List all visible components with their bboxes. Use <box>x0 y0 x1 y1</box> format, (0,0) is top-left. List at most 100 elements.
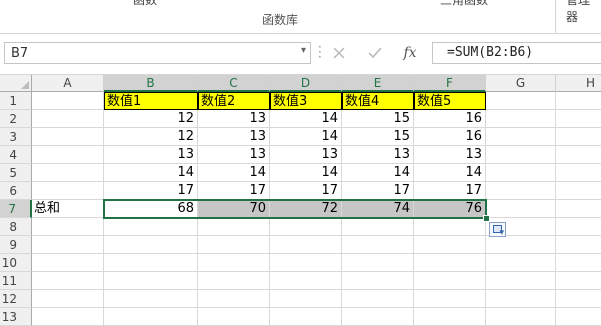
total-cell-f7[interactable]: 76 <box>414 200 486 218</box>
cell-e11[interactable] <box>342 272 414 290</box>
cell-g9[interactable] <box>486 236 556 254</box>
cell-b5[interactable]: 14 <box>104 164 198 182</box>
cell-a6[interactable] <box>32 182 104 200</box>
cell-c5[interactable]: 14 <box>198 164 270 182</box>
row-header-6[interactable]: 6 <box>0 182 32 200</box>
drag-handle-icon[interactable]: · · · <box>318 41 324 63</box>
cell-d12[interactable] <box>270 290 342 308</box>
total-cell-c7[interactable]: 70 <box>198 200 270 218</box>
cell-b6[interactable]: 17 <box>104 182 198 200</box>
cell-b2[interactable]: 12 <box>104 110 198 128</box>
fill-handle[interactable] <box>483 215 490 222</box>
cell-b12[interactable] <box>104 290 198 308</box>
column-header-f[interactable]: F <box>414 75 486 92</box>
cell-a2[interactable] <box>32 110 104 128</box>
cell-d9[interactable] <box>270 236 342 254</box>
cell-a9[interactable] <box>32 236 104 254</box>
cell-e6[interactable]: 17 <box>342 182 414 200</box>
cell-f11[interactable] <box>414 272 486 290</box>
column-header-c[interactable]: C <box>198 75 270 92</box>
cell-b8[interactable] <box>104 218 198 236</box>
column-header-d[interactable]: D <box>270 75 342 92</box>
cell-e13[interactable] <box>342 308 414 326</box>
row-header-4[interactable]: 4 <box>0 146 32 164</box>
cell-c9[interactable] <box>198 236 270 254</box>
cell-g11[interactable] <box>486 272 556 290</box>
cell-b13[interactable] <box>104 308 198 326</box>
worksheet-grid[interactable]: A B C D E F G H 1 数值1 数值2 数值3 数值4 数值5 2 12 13 14 15 16 3 12 13… <box>0 75 601 326</box>
cell-g13[interactable] <box>486 308 556 326</box>
chevron-down-icon[interactable]: ▾ <box>301 45 306 56</box>
cell-f12[interactable] <box>414 290 486 308</box>
cell-a11[interactable] <box>32 272 104 290</box>
cell-a13[interactable] <box>32 308 104 326</box>
cell-a5[interactable] <box>32 164 104 182</box>
row-header-3[interactable]: 3 <box>0 128 32 146</box>
column-header-h[interactable]: H <box>556 75 601 92</box>
auto-fill-options-button[interactable]: ▾ <box>489 222 506 238</box>
cell-d13[interactable] <box>270 308 342 326</box>
name-box[interactable]: B7 ▾ <box>4 42 311 64</box>
column-header-g[interactable]: G <box>486 75 556 92</box>
column-header-b[interactable]: B <box>104 75 198 92</box>
cell-d10[interactable] <box>270 254 342 272</box>
cell-d3[interactable]: 14 <box>270 128 342 146</box>
header-cell-e1[interactable]: 数值4 <box>342 92 414 110</box>
cell-b4[interactable]: 13 <box>104 146 198 164</box>
cell-g3[interactable] <box>486 128 556 146</box>
cell-a3[interactable] <box>32 128 104 146</box>
cell-b10[interactable] <box>104 254 198 272</box>
cell-c13[interactable] <box>198 308 270 326</box>
cell-g12[interactable] <box>486 290 556 308</box>
cell-c6[interactable]: 17 <box>198 182 270 200</box>
cell-e2[interactable]: 15 <box>342 110 414 128</box>
ribbon-clipped-label[interactable]: 三角函数 <box>440 0 488 8</box>
cell-f2[interactable]: 16 <box>414 110 486 128</box>
cell-e10[interactable] <box>342 254 414 272</box>
cell-h12[interactable] <box>556 290 601 308</box>
cell-c2[interactable]: 13 <box>198 110 270 128</box>
cell-h11[interactable] <box>556 272 601 290</box>
cell-b9[interactable] <box>104 236 198 254</box>
cell-e3[interactable]: 15 <box>342 128 414 146</box>
cell-h6[interactable] <box>556 182 601 200</box>
ribbon-clipped-label[interactable]: 管理器 <box>566 0 601 25</box>
cell-g6[interactable] <box>486 182 556 200</box>
cell-b11[interactable] <box>104 272 198 290</box>
cell-d2[interactable]: 14 <box>270 110 342 128</box>
cell-d11[interactable] <box>270 272 342 290</box>
cell-e8[interactable] <box>342 218 414 236</box>
cell-a1[interactable] <box>32 92 104 110</box>
cell-f10[interactable] <box>414 254 486 272</box>
header-cell-b1[interactable]: 数值1 <box>104 92 198 110</box>
total-cell-e7[interactable]: 74 <box>342 200 414 218</box>
row-header-10[interactable]: 10 <box>0 254 32 272</box>
cell-h2[interactable] <box>556 110 601 128</box>
row-header-12[interactable]: 12 <box>0 290 32 308</box>
row-header-1[interactable]: 1 <box>0 92 32 110</box>
cell-e9[interactable] <box>342 236 414 254</box>
cell-c10[interactable] <box>198 254 270 272</box>
row-header-7[interactable]: 7 <box>0 200 32 218</box>
cell-g2[interactable] <box>486 110 556 128</box>
insert-function-button[interactable]: fx <box>399 43 421 63</box>
cell-a10[interactable] <box>32 254 104 272</box>
cell-a12[interactable] <box>32 290 104 308</box>
cell-f5[interactable]: 14 <box>414 164 486 182</box>
cell-h4[interactable] <box>556 146 601 164</box>
cell-e12[interactable] <box>342 290 414 308</box>
cell-f13[interactable] <box>414 308 486 326</box>
header-cell-f1[interactable]: 数值5 <box>414 92 486 110</box>
cancel-button[interactable] <box>328 43 350 63</box>
cell-e4[interactable]: 13 <box>342 146 414 164</box>
row-header-9[interactable]: 9 <box>0 236 32 254</box>
cell-h8[interactable] <box>556 218 601 236</box>
cell-d8[interactable] <box>270 218 342 236</box>
cell-g10[interactable] <box>486 254 556 272</box>
cell-h5[interactable] <box>556 164 601 182</box>
cell-c8[interactable] <box>198 218 270 236</box>
cell-a8[interactable] <box>32 218 104 236</box>
cell-h13[interactable] <box>556 308 601 326</box>
row-header-2[interactable]: 2 <box>0 110 32 128</box>
cell-f4[interactable]: 13 <box>414 146 486 164</box>
